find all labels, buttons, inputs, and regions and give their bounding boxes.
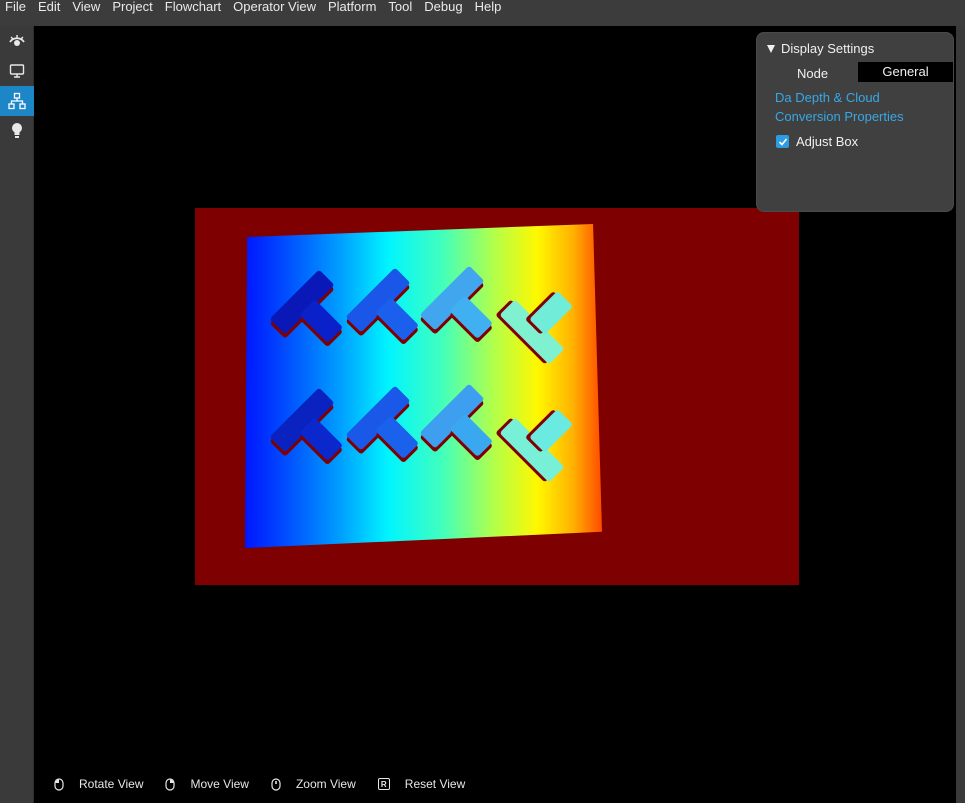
lightbulb-icon <box>12 123 22 138</box>
hint-move-label: Move View <box>190 777 249 791</box>
menu-platform[interactable]: Platform <box>322 0 382 26</box>
mouse-left-icon <box>54 777 64 791</box>
checkmark-icon <box>778 137 787 146</box>
menu-file[interactable]: File <box>0 0 32 26</box>
hint-reset: R Reset View <box>377 777 466 791</box>
menu-edit[interactable]: Edit <box>32 0 66 26</box>
menu-project[interactable]: Project <box>106 0 158 26</box>
key-r-icon: R <box>377 778 390 790</box>
left-toolbar <box>0 26 34 803</box>
hint-move: Move View <box>165 777 249 791</box>
mouse-scroll-icon <box>271 777 281 791</box>
hint-zoom-label: Zoom View <box>295 777 356 791</box>
eye-icon <box>9 35 25 46</box>
toolbar-eye-button[interactable] <box>0 26 34 56</box>
flowchart-icon <box>8 92 26 110</box>
toolbar-flowchart-button[interactable] <box>0 86 34 116</box>
menu-bar: File Edit View Project Flowchart Operato… <box>0 0 965 26</box>
depth-cloud-properties-link[interactable]: Da Depth & Cloud Conversion Properties <box>775 88 945 126</box>
adjust-box-row[interactable]: Adjust Box <box>776 134 858 149</box>
monitor-icon <box>9 64 25 78</box>
node-label: Node <box>797 66 829 81</box>
menu-tool[interactable]: Tool <box>382 0 418 26</box>
display-settings-header[interactable]: Display Settings <box>767 41 874 56</box>
adjust-box-checkbox[interactable] <box>776 135 789 148</box>
display-settings-panel: Display Settings Node General Da Depth &… <box>756 32 954 212</box>
node-select[interactable]: General <box>858 62 953 82</box>
mouse-middle-icon <box>165 777 176 791</box>
menu-flowchart[interactable]: Flowchart <box>159 0 227 26</box>
collapse-triangle-icon <box>767 44 775 53</box>
hint-rotate: Rotate View <box>54 777 143 791</box>
toolbar-lightbulb-button[interactable] <box>0 116 34 146</box>
menu-view[interactable]: View <box>66 0 106 26</box>
view-hint-bar: Rotate View Move View Zoom View R Reset … <box>54 775 487 793</box>
toolbar-monitor-button[interactable] <box>0 56 34 86</box>
right-panel-edge <box>956 26 965 803</box>
adjust-box-label: Adjust Box <box>796 134 859 149</box>
menu-help[interactable]: Help <box>469 0 508 26</box>
menu-operator-view[interactable]: Operator View <box>227 0 322 26</box>
display-settings-title: Display Settings <box>781 41 875 56</box>
hint-zoom: Zoom View <box>271 777 356 791</box>
hint-reset-label: Reset View <box>404 777 466 791</box>
hint-rotate-label: Rotate View <box>79 777 144 791</box>
menu-debug[interactable]: Debug <box>418 0 468 26</box>
